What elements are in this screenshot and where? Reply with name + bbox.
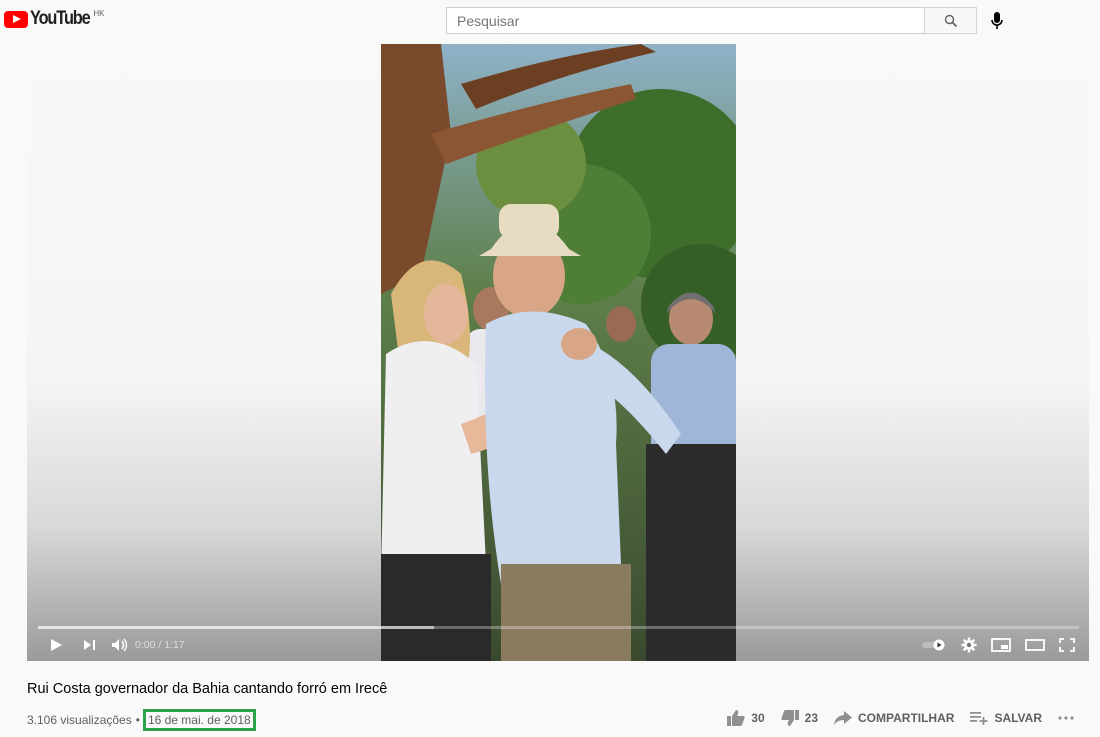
share-icon	[834, 711, 852, 725]
more-horizontal-icon	[1058, 716, 1074, 720]
search-input[interactable]	[447, 8, 924, 33]
volume-icon	[112, 638, 128, 652]
player-controls: 0:00 / 1:17	[27, 634, 1089, 656]
autoplay-toggle[interactable]	[921, 634, 947, 656]
progress-bar[interactable]	[38, 626, 1079, 629]
dislike-count: 23	[804, 711, 818, 725]
share-button[interactable]: COMPARTILHAR	[834, 711, 954, 725]
video-frame[interactable]	[381, 44, 736, 661]
settings-icon	[961, 637, 977, 653]
country-code: HK	[93, 9, 105, 18]
play-icon	[51, 639, 62, 651]
voice-search-button[interactable]	[988, 10, 1006, 32]
fullscreen-button[interactable]	[1059, 634, 1075, 656]
settings-button[interactable]	[961, 634, 977, 656]
top-bar: YouTube HK	[0, 0, 1100, 44]
dislike-button[interactable]: 23	[780, 710, 818, 726]
view-count: 3.106 visualizações	[27, 713, 132, 727]
search-box	[446, 7, 925, 34]
volume-button[interactable]	[111, 634, 129, 656]
youtube-play-logo-icon	[4, 11, 28, 28]
youtube-logo[interactable]: YouTube HK	[4, 8, 104, 30]
search-button[interactable]	[924, 7, 977, 34]
play-button[interactable]	[49, 634, 63, 656]
logo-text: YouTube	[30, 8, 91, 29]
video-title: Rui Costa governador da Bahia cantando f…	[27, 681, 388, 697]
playlist-add-icon	[970, 712, 988, 725]
video-actions: 30 23 COMPARTILHAR SALVAR	[711, 708, 1080, 728]
mic-icon	[991, 12, 1003, 29]
search-icon	[944, 14, 957, 27]
progress-buffered	[38, 626, 434, 629]
miniplayer-icon	[991, 638, 1011, 652]
next-button[interactable]	[83, 634, 97, 656]
theater-mode-button[interactable]	[1025, 634, 1045, 656]
video-player[interactable]: 0:00 / 1:17	[27, 44, 1089, 661]
save-label: SALVAR	[994, 711, 1042, 725]
fullscreen-icon	[1059, 638, 1075, 652]
more-actions-button[interactable]	[1058, 715, 1080, 721]
theater-icon	[1025, 639, 1045, 651]
like-button[interactable]: 30	[727, 710, 765, 726]
share-label: COMPARTILHAR	[858, 711, 955, 725]
meta-separator: •	[135, 713, 140, 727]
next-icon	[84, 640, 95, 650]
like-count: 30	[751, 711, 765, 725]
save-button[interactable]: SALVAR	[970, 711, 1042, 725]
time-display: 0:00 / 1:17	[135, 639, 185, 651]
upload-date: 16 de mai. de 2018	[142, 709, 256, 731]
video-scene-image	[381, 44, 736, 661]
miniplayer-button[interactable]	[991, 634, 1011, 656]
thumbs-down-icon	[780, 710, 799, 726]
video-meta: 3.106 visualizações • 16 de mai. de 2018	[27, 709, 256, 731]
autoplay-toggle-icon	[922, 639, 945, 651]
thumbs-up-icon	[727, 710, 745, 726]
